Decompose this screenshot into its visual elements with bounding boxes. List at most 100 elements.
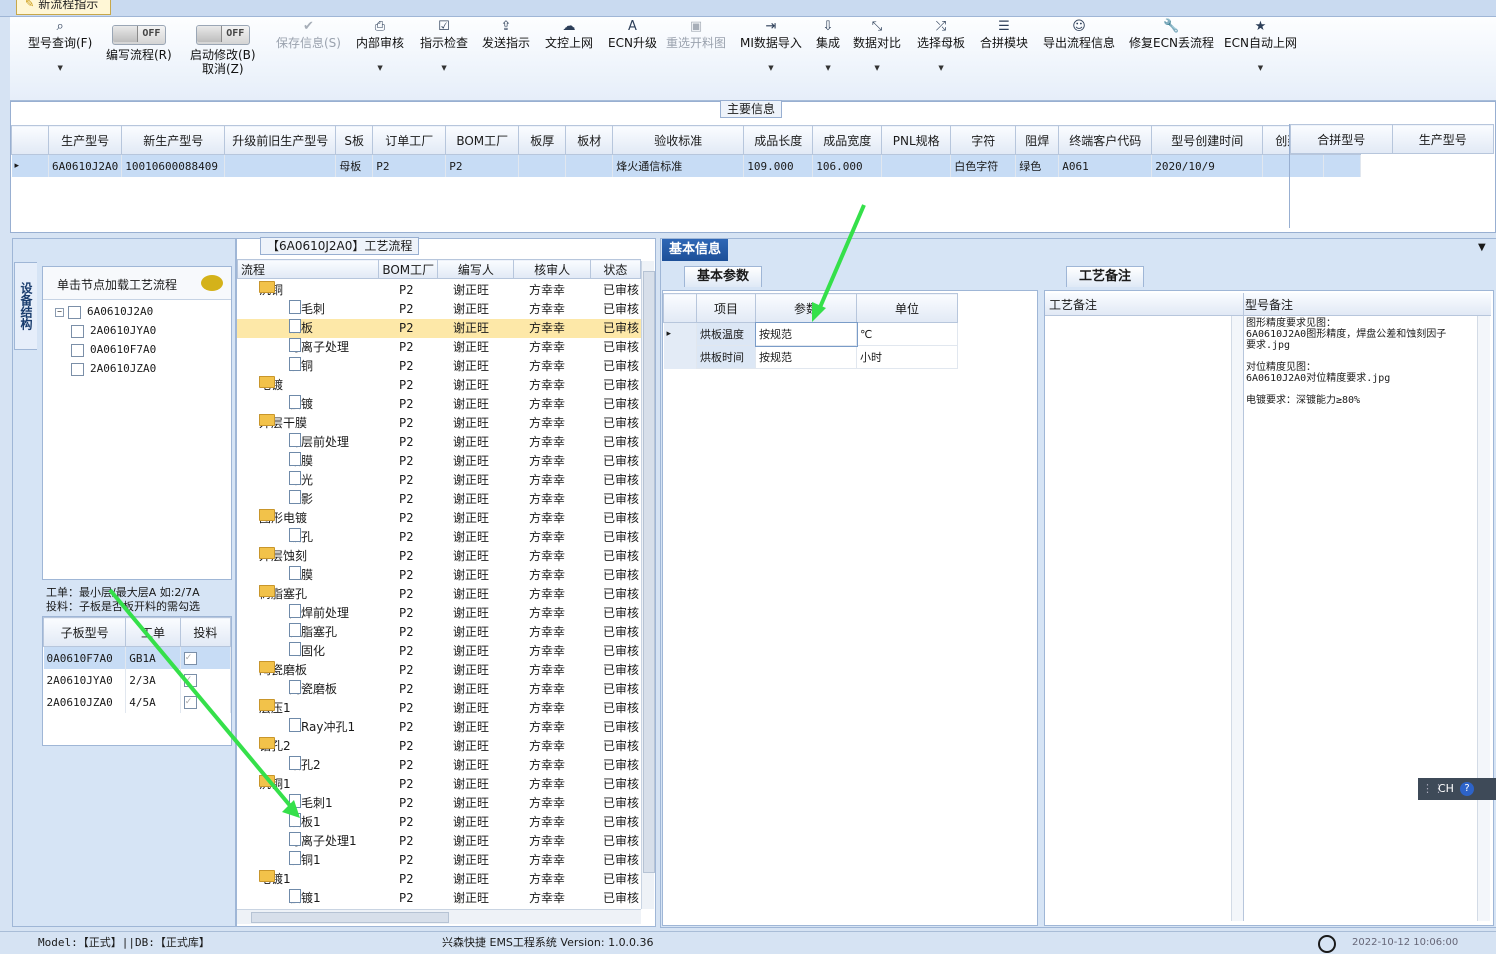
toolbar-button-2[interactable]: OFF 启动修改(B) 取消(Z) [190,17,256,100]
column-header[interactable]: BOM工厂 [445,125,520,155]
ime-language[interactable]: CH [1438,778,1454,800]
chevron-down-icon[interactable]: ▼ [441,64,446,72]
process-row[interactable]: 终固化 P2 谢正旺 方幸幸 已审核 [237,642,641,661]
tab-device-structure[interactable]: 设备结构 [14,262,37,350]
chevron-down-icon[interactable]: ▼ [825,64,830,72]
table-cell[interactable]: 10010600088409 [121,154,226,177]
chevron-down-icon[interactable]: ▼ [1258,64,1263,72]
column-header[interactable]: 编写人 [437,259,515,279]
process-vscroll-thumb[interactable] [643,271,655,873]
model-note-text[interactable]: 图形精度要求见图： 6A0610J2A0图形精度，焊盘公差和蚀刻因子 要求.jpg 对… [1243,316,1476,921]
process-row[interactable]: 烘板 P2 谢正旺 方幸幸 已审核 [237,319,641,338]
toggle-switch[interactable]: OFF [111,25,166,45]
process-step[interactable]: −电镀1 [259,870,291,889]
column-header[interactable]: 升级前旧生产型号 [224,125,337,155]
table-cell[interactable]: 2A0610JYA0 [43,669,127,691]
table-cell[interactable] [224,154,337,177]
process-row[interactable]: 等离子处理1 P2 谢正旺 方幸幸 已审核 [237,832,641,851]
column-header[interactable]: 参数 [755,293,857,323]
table-cell[interactable]: 0A0610F7A0 [43,646,127,669]
table-cell[interactable]: 烽火通信标准 [612,154,745,177]
process-row[interactable]: −钻孔2 P2 谢正旺 方幸幸 已审核 [237,737,641,756]
process-row[interactable]: −电镀 P2 谢正旺 方幸幸 已审核 [237,376,641,395]
column-header[interactable]: BOM工厂 [378,259,439,279]
toolbar-button-4[interactable]: ⎙ 内部审核 ▼ [356,17,404,100]
process-step[interactable]: −树脂塞孔 [259,585,307,604]
process-row[interactable]: 陶瓷磨板 P2 谢正旺 方幸幸 已审核 [237,680,641,699]
process-step[interactable]: −沉铜1 [259,775,291,794]
process-step[interactable]: 板镀1 [289,889,321,908]
feed-checkbox[interactable]: ✓ [183,695,197,709]
table-row[interactable]: ▸ 6A0610J2A0 10010600088409 母板 P2 P2 烽火通信标准 109… [11,154,1362,177]
toolbar-button-11[interactable]: ⇩ 集成 ▼ [816,17,840,100]
process-step[interactable]: −外层蚀刻 [259,547,307,566]
column-header[interactable]: 核审人 [513,259,591,279]
column-header[interactable]: 工单 [125,617,181,647]
process-row[interactable]: 阻焊前处理 P2 谢正旺 方幸幸 已审核 [237,604,641,623]
tree-node[interactable]: − 6A0610J2A0 [55,305,153,319]
process-row[interactable]: −外层干膜 P2 谢正旺 方幸幸 已审核 [237,414,641,433]
table-cell[interactable]: A061 [1058,154,1153,177]
process-row[interactable]: −沉铜1 P2 谢正旺 方幸幸 已审核 [237,775,641,794]
process-row[interactable]: 等离子处理 P2 谢正旺 方幸幸 已审核 [237,338,641,357]
table-cell[interactable]: 6A0610J2A0 [48,154,123,177]
column-header[interactable]: 项目 [696,293,756,323]
table-cell[interactable] [518,154,567,177]
process-step[interactable]: 贴膜 [289,452,313,471]
column-header[interactable]: 板材 [565,125,614,155]
process-step[interactable]: 终固化 [289,642,325,661]
process-step[interactable]: 曝光 [289,471,313,490]
toolbar-button-1[interactable]: OFF 编写流程(R) [106,17,172,100]
process-step[interactable]: 镀孔 [289,528,313,547]
process-note-text[interactable] [1045,316,1231,921]
process-row[interactable]: −层压1 P2 谢正旺 方幸幸 已审核 [237,699,641,718]
panel-dropdown-icon[interactable]: ▼ [1478,242,1486,253]
process-row[interactable]: 退膜 P2 谢正旺 方幸幸 已审核 [237,566,641,585]
table-cell[interactable]: 小时 [856,345,958,369]
table-cell[interactable]: 母板 [335,154,374,177]
table-cell[interactable]: 4/5A [125,691,181,713]
process-row[interactable]: 曝光 P2 谢正旺 方幸幸 已审核 [237,471,641,490]
process-row[interactable]: −陶瓷磨板 P2 谢正旺 方幸幸 已审核 [237,661,641,680]
toolbar-button-3[interactable]: ✔ 保存信息(S) [276,17,341,100]
checkbox[interactable] [71,324,84,338]
table-row[interactable]: 烘板时间 按规范 小时 [663,345,958,369]
process-row[interactable]: X-Ray冲孔1 P2 谢正旺 方幸幸 已审核 [237,718,641,737]
process-step[interactable]: 等离子处理 [289,338,349,357]
process-step[interactable]: 去毛刺 [289,300,325,319]
process-step[interactable]: 沉铜1 [289,851,321,870]
process-row[interactable]: 钻孔2 P2 谢正旺 方幸幸 已审核 [237,756,641,775]
table-cell[interactable]: 烘板温度 [696,322,756,346]
checkbox[interactable] [71,362,84,376]
process-step[interactable]: −钻孔2 [259,737,291,756]
column-header[interactable]: 流程 [236,259,380,279]
process-row[interactable]: 外层前处理 P2 谢正旺 方幸幸 已审核 [237,433,641,452]
table-cell[interactable]: 绿色 [1015,154,1060,177]
process-step[interactable]: 显影 [289,490,313,509]
column-header[interactable]: 型号创建时间 [1151,125,1264,155]
tree-node[interactable]: 0A0610F7A0 [71,343,156,357]
column-header[interactable]: 生产型号 [1391,124,1494,154]
process-row[interactable]: −沉铜 P2 谢正旺 方幸幸 已审核 [237,281,641,300]
process-row[interactable]: 板镀 P2 谢正旺 方幸幸 已审核 [237,395,641,414]
chevron-down-icon[interactable]: ▼ [57,64,62,72]
table-cell[interactable]: ℃ [856,322,958,346]
table-cell[interactable]: P2 [372,154,447,177]
toolbar-button-14[interactable]: ☰ 合拼模块 [980,17,1028,100]
help-icon[interactable]: ? [1460,782,1474,796]
column-header[interactable]: 成品宽度 [812,125,883,155]
toolbar-button-8[interactable]: A ECN升级 [608,17,657,100]
checkbox[interactable] [68,305,81,319]
table-cell[interactable]: 2020/10/9 [1151,154,1264,177]
column-header[interactable]: 板厚 [518,125,567,155]
process-row[interactable]: 烘板1 P2 谢正旺 方幸幸 已审核 [237,813,641,832]
chevron-down-icon[interactable]: ▼ [377,64,382,72]
process-row[interactable]: 树脂塞孔 P2 谢正旺 方幸幸 已审核 [237,623,641,642]
tree-node[interactable]: 2A0610JYA0 [71,324,156,338]
column-header[interactable]: 状态 [589,259,642,279]
table-cell[interactable]: 2/3A [125,669,181,691]
table-cell[interactable]: 白色字符 [950,154,1017,177]
process-row[interactable]: −电镀1 P2 谢正旺 方幸幸 已审核 [237,870,641,889]
toolbar-button-9[interactable]: ▣ 重选开料图 [666,17,726,100]
process-step[interactable]: 板镀 [289,395,313,414]
